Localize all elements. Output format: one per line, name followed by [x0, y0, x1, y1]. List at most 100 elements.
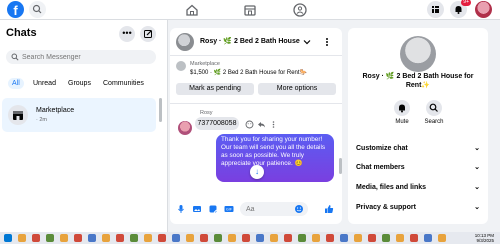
profile-avatar[interactable]: [400, 36, 436, 72]
store-icon[interactable]: [242, 2, 258, 18]
taskbar-app-icon[interactable]: [172, 234, 180, 242]
tab-all[interactable]: All: [8, 78, 24, 89]
incoming-message[interactable]: 7377008058: [195, 117, 239, 130]
taskbar-app-icon[interactable]: [116, 234, 124, 242]
photo-icon[interactable]: [192, 204, 202, 214]
scroll-to-bottom-button[interactable]: ↓: [250, 165, 264, 179]
chevron-down-icon: ⌄: [474, 204, 480, 211]
customize-chat-label: Customize chat: [356, 145, 408, 152]
taskbar-app-icon[interactable]: [410, 234, 418, 242]
marketplace-store-icon: [8, 105, 28, 125]
tab-communities[interactable]: Communities: [103, 80, 144, 87]
profile-avatar-icon[interactable]: [475, 1, 492, 18]
gif-icon[interactable]: GIF: [224, 204, 234, 214]
taskbar-app-icon[interactable]: [270, 234, 278, 242]
notification-badge: 9+: [461, 0, 471, 6]
taskbar-app-icon[interactable]: [298, 234, 306, 242]
taskbar-app-icon[interactable]: [424, 234, 432, 242]
taskbar-app-icon[interactable]: [354, 234, 362, 242]
chevron-down-icon: ⌄: [474, 184, 480, 191]
chat-scrollbar[interactable]: [339, 158, 342, 174]
sender-name: Rosy: [200, 110, 213, 116]
sender-avatar[interactable]: [178, 121, 192, 135]
more-options-icon[interactable]: [322, 37, 332, 47]
taskbar-app-icon[interactable]: [158, 234, 166, 242]
chat-avatar[interactable]: [176, 33, 194, 51]
more-icon[interactable]: [269, 120, 278, 129]
facebook-logo[interactable]: f: [7, 1, 24, 18]
search-messenger: [6, 50, 156, 64]
chat-members-row[interactable]: Chat members ⌄: [356, 161, 480, 175]
notifications-button[interactable]: 9+: [450, 0, 471, 18]
listing-thumbnail: [176, 61, 186, 71]
taskbar-app-icon[interactable]: [284, 234, 292, 242]
tab-unread[interactable]: Unread: [33, 80, 56, 87]
new-message-button[interactable]: [140, 26, 156, 42]
groups-icon[interactable]: [292, 2, 308, 18]
taskbar-app-icon[interactable]: [144, 234, 152, 242]
taskbar-app-icon[interactable]: [256, 234, 264, 242]
taskbar-app-icon[interactable]: [46, 234, 54, 242]
menu-button[interactable]: [427, 1, 444, 18]
customize-chat-row[interactable]: Customize chat ⌄: [356, 142, 480, 156]
taskbar-app-icon[interactable]: [18, 234, 26, 242]
svg-text:GIF: GIF: [226, 208, 233, 212]
outgoing-message[interactable]: Thank you for sharing your number! Our t…: [216, 134, 334, 182]
taskbar-app-icon[interactable]: [326, 234, 334, 242]
conversation-marketplace[interactable]: Marketplace · 2m: [2, 98, 156, 132]
more-options-button[interactable]: More options: [258, 83, 336, 95]
sidebar-scrollbar[interactable]: [159, 98, 162, 122]
mute-button[interactable]: [394, 100, 410, 116]
taskbar-app-icon[interactable]: [130, 234, 138, 242]
emoji-icon[interactable]: [294, 204, 304, 214]
taskbar-app-icon[interactable]: [200, 234, 208, 242]
microphone-icon[interactable]: [176, 204, 186, 214]
marketplace-label: Marketplace: [190, 61, 220, 67]
system-clock[interactable]: 10:13 PM 9/3/2025: [464, 233, 494, 243]
taskbar-app-icon[interactable]: [32, 234, 40, 242]
taskbar-app-icon[interactable]: [312, 234, 320, 242]
taskbar-app-icon[interactable]: [228, 234, 236, 242]
taskbar-app-icon[interactable]: [74, 234, 82, 242]
taskbar-app-icon[interactable]: [242, 234, 250, 242]
bell-icon: [399, 104, 405, 113]
taskbar-app-icon[interactable]: [214, 234, 222, 242]
mark-as-pending-button[interactable]: Mark as pending: [176, 83, 254, 95]
like-icon[interactable]: [324, 204, 334, 214]
menu-grid-icon: [432, 6, 439, 13]
top-bar: f 9+: [0, 0, 500, 20]
chevron-down-icon[interactable]: [302, 37, 312, 47]
react-icon[interactable]: [245, 120, 254, 129]
tab-groups[interactable]: Groups: [68, 80, 91, 87]
chat-members-label: Chat members: [356, 164, 405, 171]
message-composer: GIF: [170, 198, 342, 220]
search-input[interactable]: [22, 50, 152, 64]
taskbar-app-icon[interactable]: [60, 234, 68, 242]
taskbar-app-icon[interactable]: [438, 234, 446, 242]
sticker-icon[interactable]: [208, 204, 218, 214]
taskbar-app-icon[interactable]: [382, 234, 390, 242]
start-icon[interactable]: [4, 234, 12, 242]
taskbar-app-icon[interactable]: [88, 234, 96, 242]
chevron-down-icon: ⌄: [474, 145, 480, 152]
privacy-support-row[interactable]: Privacy & support ⌄: [356, 201, 480, 215]
chat-title[interactable]: Rosy · 🌿 2 Bed 2 Bath House f: [200, 37, 300, 45]
search-button[interactable]: [29, 1, 46, 18]
taskbar-app-icon[interactable]: [340, 234, 348, 242]
taskbar-app-icon[interactable]: [186, 234, 194, 242]
chats-sidebar: Chats ••• All Unread Groups Communities …: [0, 20, 168, 232]
marketplace-card: Marketplace $1,500 · 🌿 2 Bed 2 Bath Hous…: [170, 56, 342, 104]
media-files-links-label: Media, files and links: [356, 184, 427, 191]
reply-icon[interactable]: [257, 120, 266, 129]
listing-title[interactable]: $1,500 · 🌿 2 Bed 2 Bath House for Rent🐎: [190, 69, 307, 76]
message-input[interactable]: [246, 202, 294, 216]
chat-details-panel: Rosy · 🌿 2 Bed 2 Bath House for Rent✨ Mu…: [348, 28, 488, 224]
home-icon[interactable]: [184, 2, 200, 18]
mute-label: Mute: [395, 119, 409, 125]
taskbar-app-icon[interactable]: [396, 234, 404, 242]
search-in-chat-button[interactable]: [426, 100, 442, 116]
taskbar-app-icon[interactable]: [368, 234, 376, 242]
taskbar-app-icon[interactable]: [102, 234, 110, 242]
media-files-links-row[interactable]: Media, files and links ⌄: [356, 181, 480, 195]
options-button[interactable]: •••: [119, 26, 135, 42]
